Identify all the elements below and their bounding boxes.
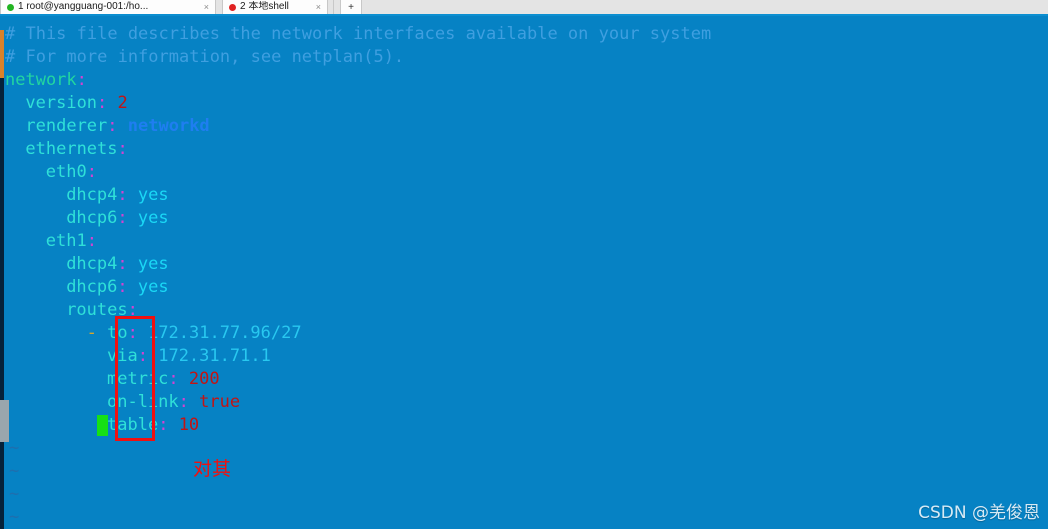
code-token: version (25, 93, 98, 113)
code-token: ethernets (25, 139, 118, 159)
tab-separator (333, 0, 334, 14)
code-token: true (199, 392, 241, 412)
code-token: dhcp4 (66, 185, 118, 205)
code-token: yes (137, 254, 169, 274)
code-line: eth0: (46, 161, 97, 184)
empty-line-marker: ~ (9, 507, 20, 527)
empty-line-marker: ~ (9, 438, 20, 458)
code-line: dhcp6: yes (66, 207, 168, 230)
code-line: version: 2 (25, 92, 127, 115)
watermark: CSDN @羌俊恩 (918, 503, 1040, 523)
code-token: : (178, 392, 189, 412)
code-token: # For more information, see netplan(5). (5, 47, 405, 67)
code-token: 172.31.77.96/27 (148, 323, 302, 343)
code-token: : (117, 277, 128, 297)
code-token: : (117, 185, 128, 205)
status-dot-icon (229, 4, 236, 11)
code-token: : (107, 116, 118, 136)
code-token: : (97, 93, 108, 113)
code-line: eth1: (46, 230, 97, 253)
code-line: ethernets: (25, 138, 127, 161)
empty-line-marker: ~ (9, 461, 20, 481)
tab-bar: 1 root@yangguang-001:/ho... × 2 本地shell … (0, 0, 1048, 16)
code-token: : (117, 139, 128, 159)
code-line: dhcp6: yes (66, 276, 168, 299)
tab-session-2[interactable]: 2 本地shell × (222, 0, 328, 14)
code-token: yes (137, 185, 169, 205)
new-tab-button[interactable]: + (340, 0, 362, 14)
annotation-highlight-box (115, 316, 155, 441)
text-cursor (97, 415, 108, 436)
code-token: : (76, 70, 87, 90)
code-token: : (117, 208, 128, 228)
terminal-body[interactable]: # This file describes the network interf… (0, 16, 1048, 529)
code-line: # For more information, see netplan(5). (5, 46, 404, 69)
code-token: eth0 (45, 162, 87, 182)
code-token: network (5, 70, 77, 90)
left-accent-strip (0, 30, 4, 78)
tab-title: 1 root@yangguang-001:/ho... (18, 1, 149, 12)
code-token: : (168, 369, 179, 389)
code-token: 200 (188, 369, 220, 389)
terminal-window: 1 root@yangguang-001:/ho... × 2 本地shell … (0, 0, 1048, 529)
code-token: 172.31.71.1 (158, 346, 271, 366)
code-line: dhcp4: yes (66, 253, 168, 276)
status-dot-icon (7, 4, 14, 11)
code-token: dhcp6 (66, 277, 118, 297)
code-token: - (86, 323, 108, 343)
tab-session-1[interactable]: 1 root@yangguang-001:/ho... × (0, 0, 216, 14)
code-token: eth1 (45, 231, 87, 251)
tab-title: 2 本地shell (240, 1, 289, 12)
code-token: dhcp4 (66, 254, 118, 274)
code-line: renderer: networkd (25, 115, 209, 138)
left-gutter-lower (0, 442, 4, 529)
code-line: network: (5, 69, 87, 92)
code-token: yes (137, 208, 169, 228)
code-token: dhcp6 (66, 208, 118, 228)
code-line: dhcp4: yes (66, 184, 168, 207)
code-token: 2 (117, 93, 128, 113)
code-token: # This file describes the network interf… (5, 24, 712, 44)
code-token: : (117, 254, 128, 274)
code-token: yes (137, 277, 169, 297)
code-line: # This file describes the network interf… (5, 23, 711, 46)
annotation-note-text: 对其 (193, 458, 232, 480)
code-token: networkd (127, 116, 210, 136)
empty-line-marker: ~ (9, 484, 20, 504)
vertical-scrollbar-thumb[interactable] (0, 400, 9, 442)
code-token: : (158, 415, 169, 435)
code-token: renderer (25, 116, 108, 136)
left-gutter-upper (0, 78, 4, 400)
code-token: : (86, 231, 97, 251)
code-token: 10 (178, 415, 200, 435)
close-icon[interactable]: × (316, 1, 321, 13)
close-icon[interactable]: × (204, 1, 209, 13)
code-token: : (86, 162, 97, 182)
